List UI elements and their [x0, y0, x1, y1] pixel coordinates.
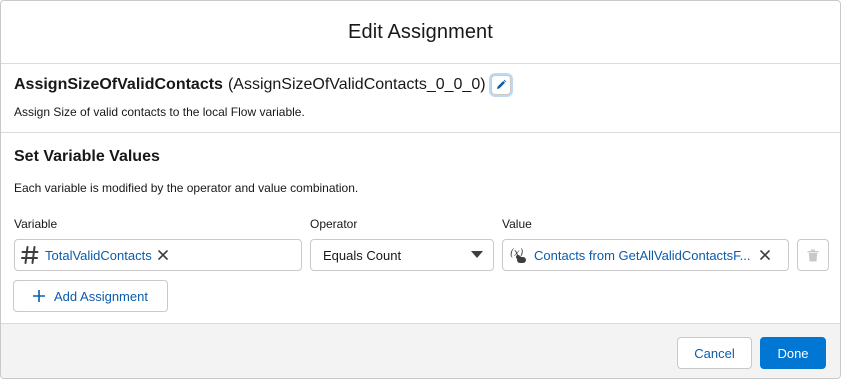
section-help-text: Each variable is modified by the operato… — [14, 181, 359, 195]
number-icon — [21, 245, 39, 265]
variable-field[interactable]: TotalValidContacts — [14, 239, 302, 271]
element-name: AssignSizeOfValidContacts — [14, 76, 223, 93]
operator-value: Equals Count — [323, 247, 402, 263]
plus-icon — [33, 290, 46, 302]
modal-footer: Cancel Done — [1, 323, 840, 378]
set-variable-values-section: Set Variable Values Each variable is mod… — [1, 133, 840, 271]
operator-select[interactable]: Equals Count — [310, 239, 494, 271]
trash-icon — [807, 249, 819, 261]
delete-row-button[interactable] — [797, 239, 829, 271]
element-api-name: (AssignSizeOfValidContacts_0_0_0) — [227, 76, 486, 93]
add-assignment-button[interactable]: Add Assignment — [13, 280, 168, 312]
add-assignment-label: Add Assignment — [54, 288, 148, 304]
variable-label: Variable — [14, 217, 58, 231]
pencil-icon — [496, 79, 506, 89]
element-info-section: AssignSizeOfValidContacts (AssignSizeOfV… — [1, 64, 840, 133]
chevron-down-icon — [471, 246, 483, 264]
remove-value-icon[interactable] — [759, 250, 770, 260]
value-pill-label: Contacts from GetAllValidContactsF... — [534, 247, 751, 263]
variable-pill-label: TotalValidContacts — [45, 247, 152, 263]
element-title-row: AssignSizeOfValidContacts (AssignSizeOfV… — [14, 75, 827, 95]
section-title: Set Variable Values — [14, 148, 160, 165]
operator-label: Operator — [310, 217, 358, 231]
remove-variable-icon[interactable] — [157, 250, 168, 260]
done-button[interactable]: Done — [760, 337, 826, 369]
element-description: Assign Size of valid contacts to the loc… — [14, 105, 305, 119]
assignment-row: TotalValidContacts Equals Count (x) Cont… — [14, 239, 829, 271]
value-label: Value — [502, 217, 532, 231]
modal-header: Edit Assignment — [1, 1, 840, 64]
edit-element-button[interactable] — [490, 75, 511, 95]
edit-assignment-modal: Edit Assignment AssignSizeOfValidContact… — [0, 0, 841, 379]
cancel-button[interactable]: Cancel — [677, 337, 752, 369]
column-labels: Variable Operator Value — [14, 217, 827, 233]
variable-icon: (x) — [509, 245, 531, 265]
modal-title: Edit Assignment — [348, 20, 493, 43]
value-field[interactable]: (x) Contacts from GetAllValidContactsF..… — [502, 239, 789, 271]
